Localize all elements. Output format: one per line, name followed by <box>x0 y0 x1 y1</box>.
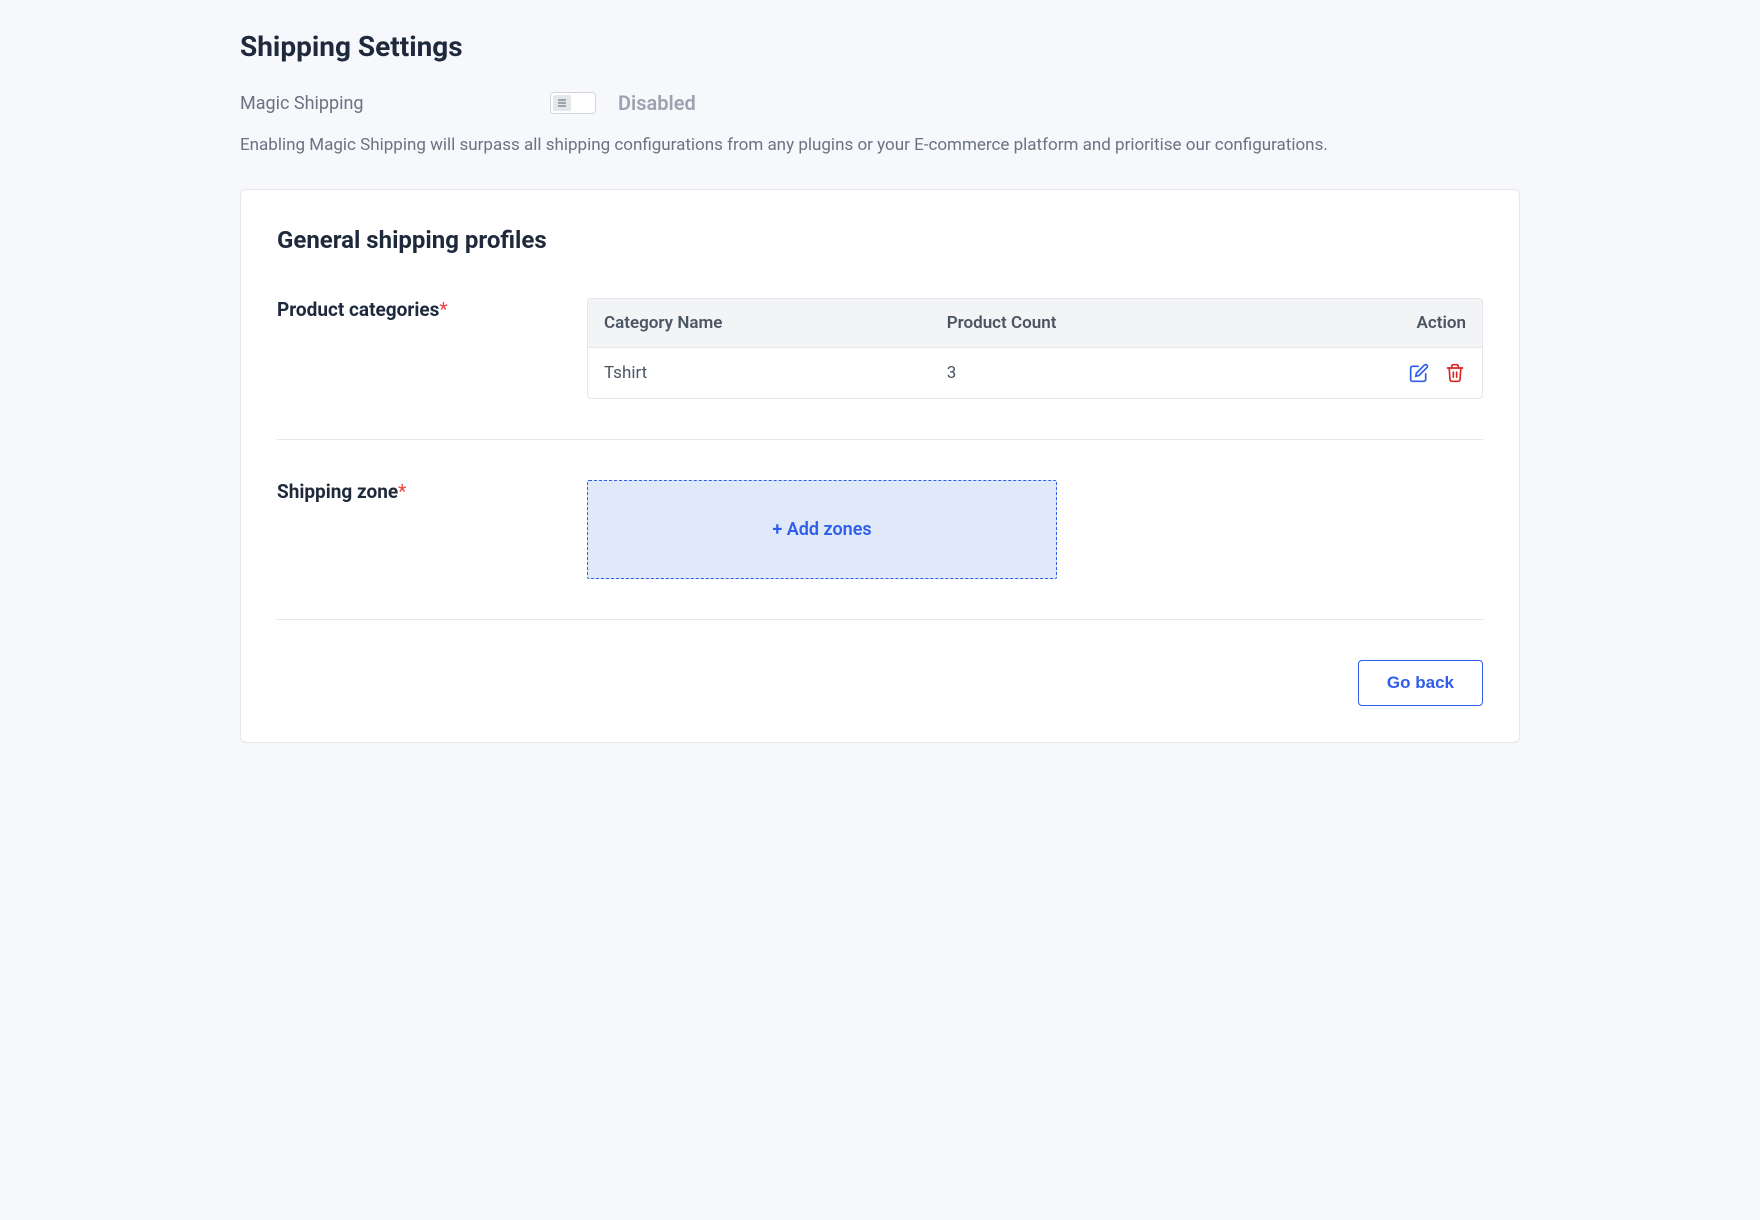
magic-shipping-label: Magic Shipping <box>240 93 550 114</box>
shipping-profile-card: General shipping profiles Product catego… <box>240 189 1520 743</box>
shipping-zone-label-text: Shipping zone <box>277 480 398 503</box>
trash-icon <box>1445 363 1465 383</box>
required-asterisk: * <box>439 298 447 321</box>
cell-product-count: 3 <box>931 348 1254 398</box>
page-title: Shipping Settings <box>240 30 1520 63</box>
product-categories-section: Product categories* Category Name Produc… <box>277 298 1483 440</box>
add-zones-button[interactable]: + Add zones <box>587 480 1057 579</box>
product-categories-label-text: Product categories <box>277 298 439 321</box>
magic-shipping-row: Magic Shipping Disabled <box>240 91 1520 115</box>
magic-shipping-description: Enabling Magic Shipping will surpass all… <box>240 133 1520 159</box>
table-row: Tshirt 3 <box>588 348 1482 398</box>
col-product-count: Product Count <box>931 299 1254 348</box>
col-category-name: Category Name <box>588 299 931 348</box>
categories-table: Category Name Product Count Action Tshir… <box>587 298 1483 399</box>
edit-icon <box>1409 363 1429 383</box>
magic-shipping-toggle[interactable] <box>550 92 596 114</box>
footer-actions: Go back <box>277 660 1483 706</box>
shipping-zone-label: Shipping zone* <box>277 480 587 579</box>
required-asterisk: * <box>398 480 406 503</box>
shipping-zone-section: Shipping zone* + Add zones <box>277 480 1483 620</box>
product-categories-label: Product categories* <box>277 298 587 399</box>
toggle-knob-icon <box>553 95 571 111</box>
col-action: Action <box>1254 299 1482 348</box>
cell-category-name: Tshirt <box>588 348 931 398</box>
delete-button[interactable] <box>1444 362 1466 384</box>
magic-shipping-status: Disabled <box>618 91 696 115</box>
profile-title: General shipping profiles <box>277 226 1483 254</box>
edit-button[interactable] <box>1408 362 1430 384</box>
go-back-button[interactable]: Go back <box>1358 660 1483 706</box>
